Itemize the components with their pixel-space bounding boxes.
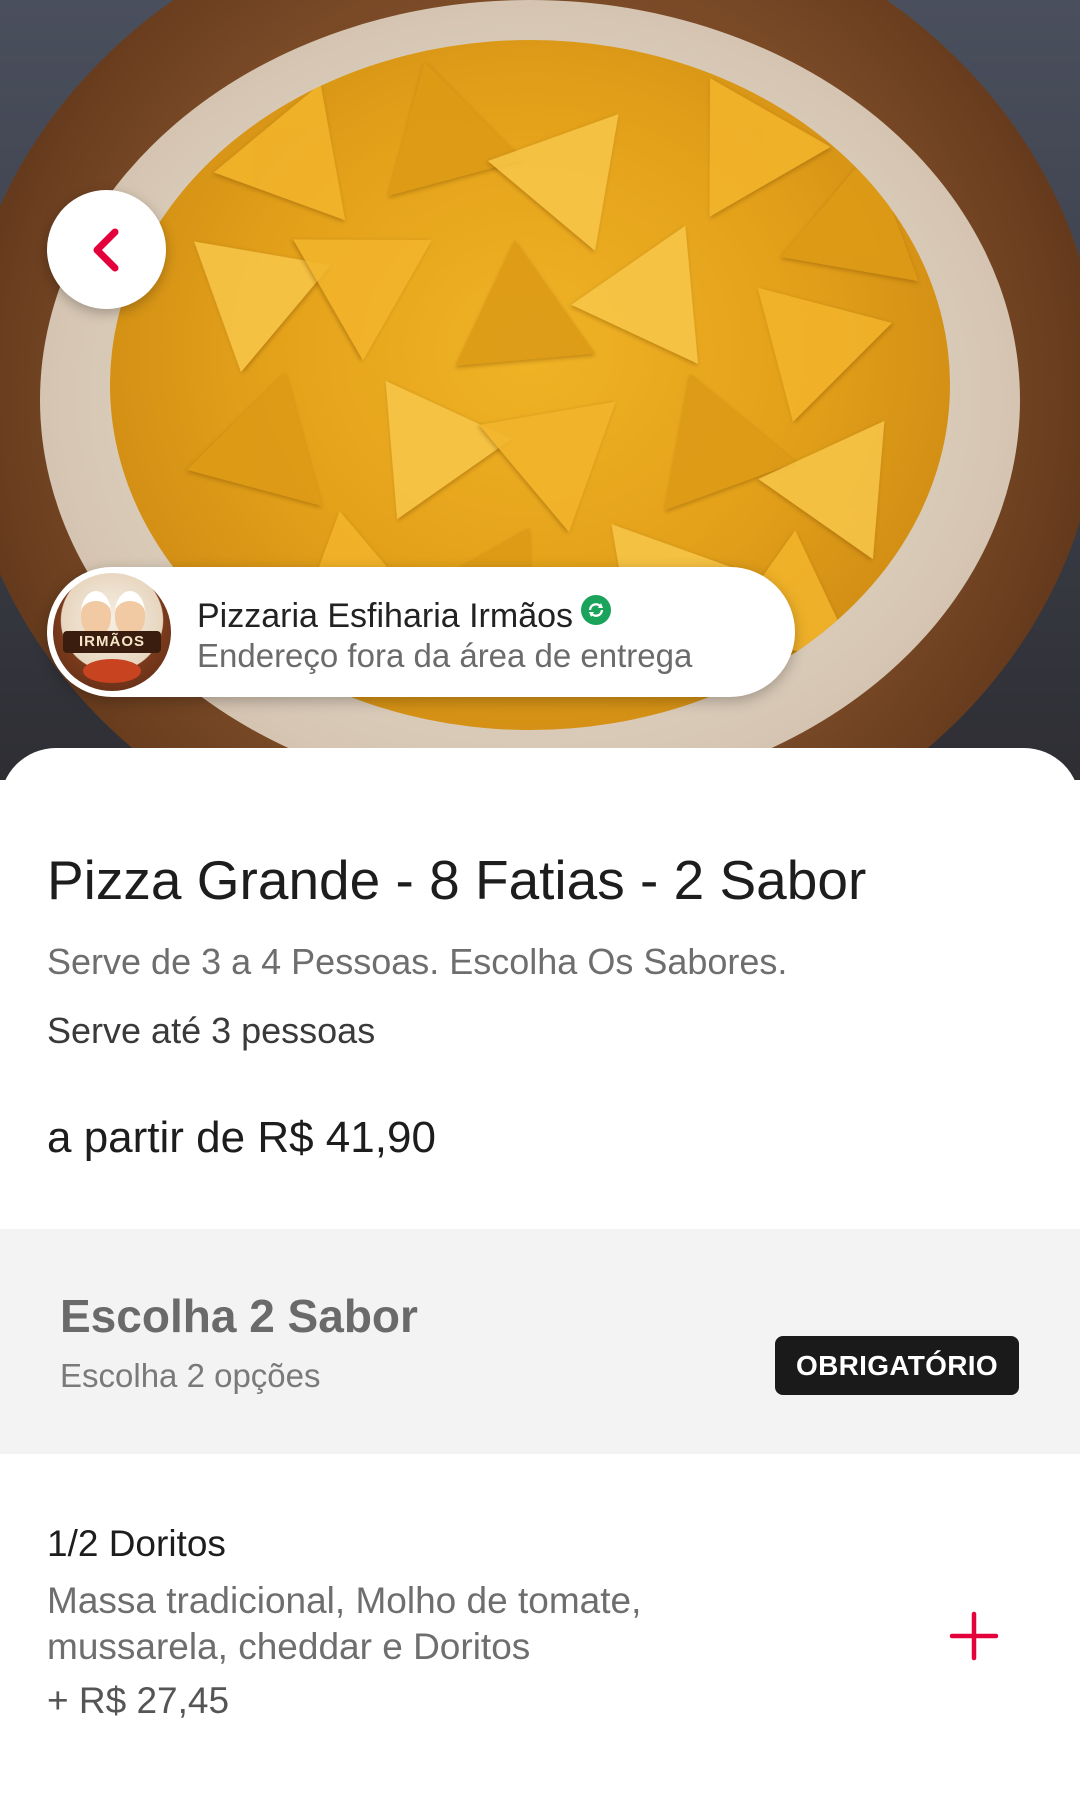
product-details-sheet: Pizza Grande - 8 Fatias - 2 Sabor Serve … [0, 748, 1080, 1809]
store-name-text: Pizzaria Esfiharia Irmãos [197, 597, 574, 635]
product-price: a partir de R$ 41,90 [47, 1113, 436, 1162]
option-price: + R$ 27,45 [47, 1680, 230, 1721]
pizza-graphic [83, 659, 141, 683]
plus-icon [949, 1611, 999, 1661]
option-item[interactable]: 1/2 Doritos Massa tradicional, Molho de … [0, 1523, 1080, 1783]
product-title: Pizza Grande - 8 Fatias - 2 Sabor [47, 849, 867, 911]
required-badge: OBRIGATÓRIO [775, 1336, 1019, 1395]
store-logo-text: IRMÃOS [63, 631, 161, 653]
verified-check-icon [581, 595, 612, 625]
chevron-left-icon [93, 228, 118, 271]
product-image: IRMÃOS Pizzaria Esfiharia Irmãos Endereç… [0, 0, 1080, 780]
chef-figure [81, 591, 111, 635]
delivery-status: Endereço fora da área de entrega [197, 637, 693, 674]
back-button[interactable] [47, 190, 166, 309]
option-group-subtitle: Escolha 2 opções [60, 1357, 321, 1394]
option-description: Massa tradicional, Molho de tomate, muss… [47, 1580, 642, 1667]
option-group-title: Escolha 2 Sabor [60, 1290, 418, 1342]
store-name: Pizzaria Esfiharia Irmãos [197, 595, 612, 636]
add-option-button[interactable] [946, 1608, 1002, 1664]
product-serves: Serve até 3 pessoas [47, 1010, 376, 1051]
store-info-pill[interactable]: IRMÃOS Pizzaria Esfiharia Irmãos Endereç… [47, 567, 795, 697]
product-description: Serve de 3 a 4 Pessoas. Escolha Os Sabor… [47, 941, 788, 982]
option-name: 1/2 Doritos [47, 1523, 226, 1564]
chef-figure [115, 591, 145, 635]
store-logo: IRMÃOS [53, 573, 171, 691]
option-group-header: Escolha 2 Sabor Escolha 2 opções OBRIGAT… [0, 1229, 1080, 1454]
